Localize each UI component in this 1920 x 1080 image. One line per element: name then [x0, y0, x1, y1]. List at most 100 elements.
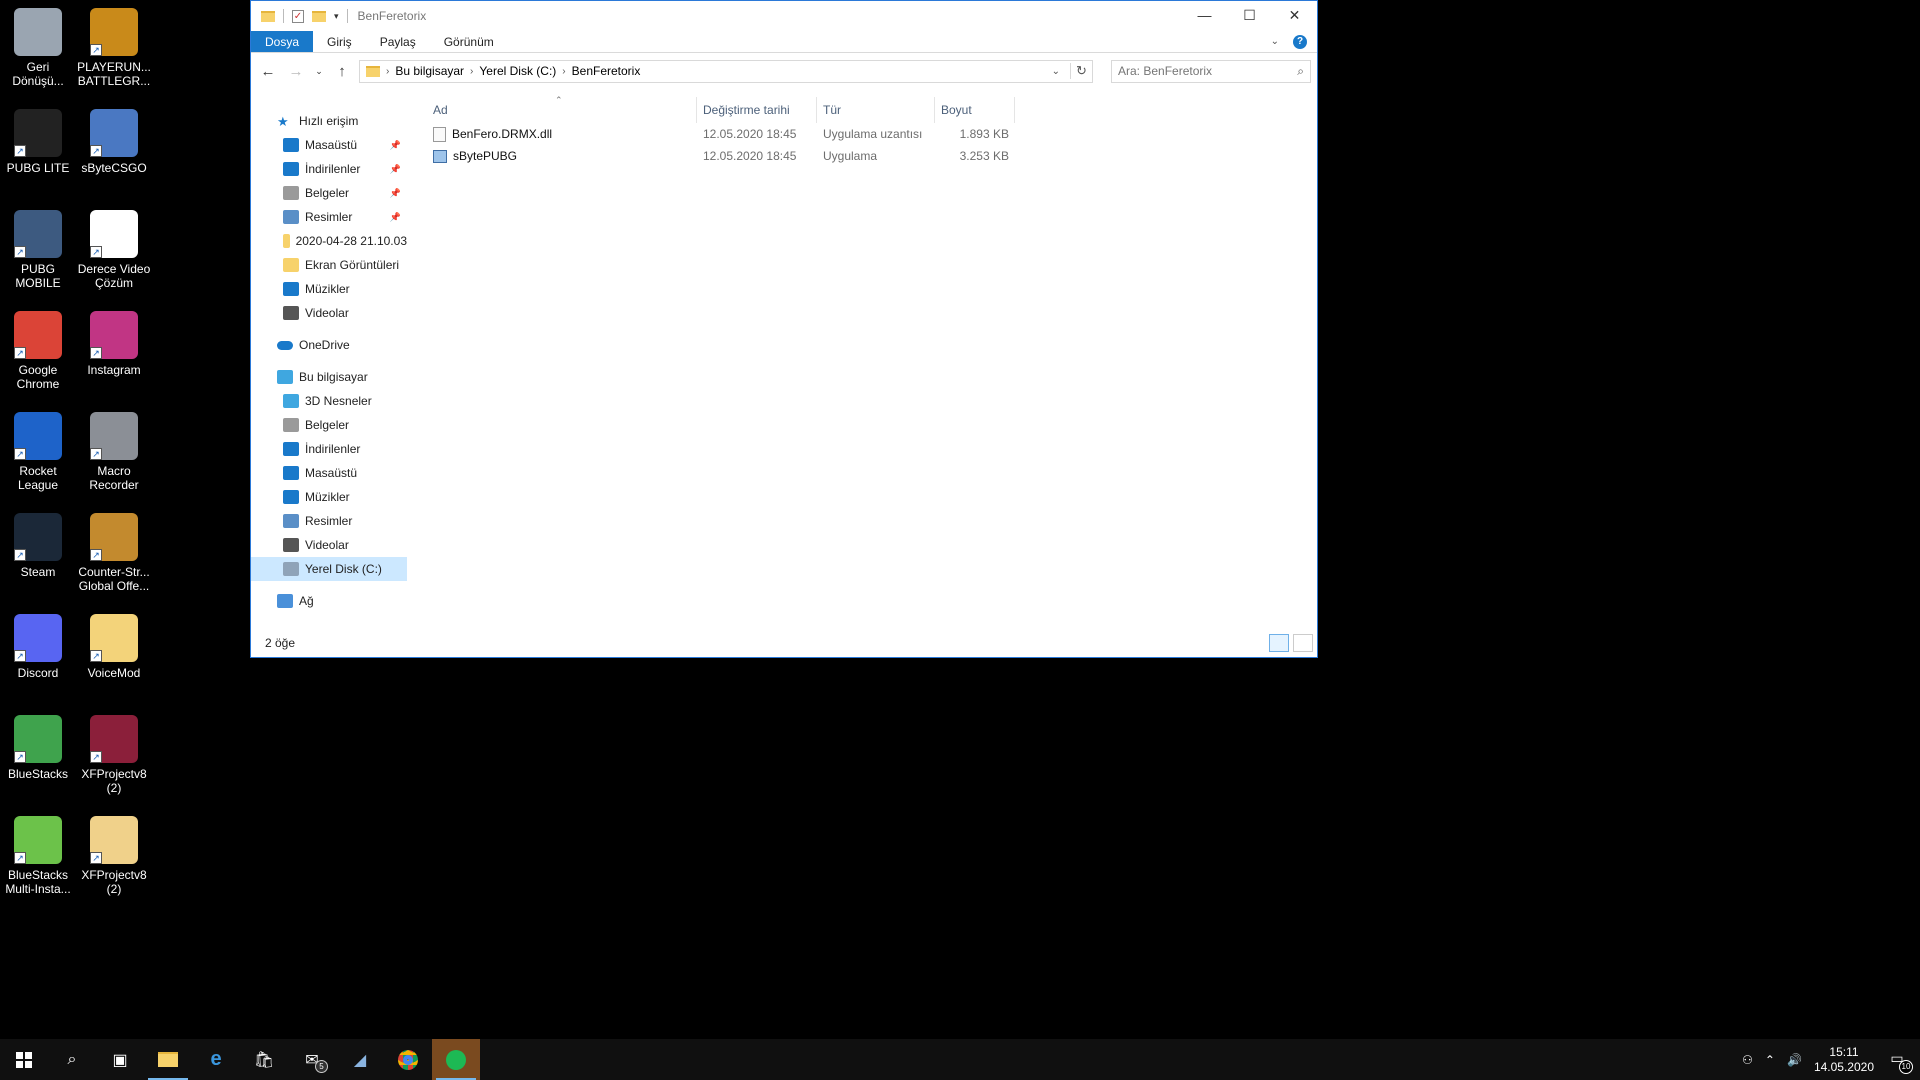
up-button[interactable]: ↑ — [331, 63, 353, 80]
task-view-button[interactable]: ▣ — [96, 1039, 144, 1080]
search-box[interactable]: ⌕ — [1111, 59, 1311, 83]
nav-this-pc[interactable]: Bu bilgisayar — [251, 365, 407, 389]
pin-icon[interactable]: 📌 — [390, 188, 401, 199]
nav-item[interactable]: Resimler — [251, 509, 407, 533]
pin-icon[interactable]: 📌 — [390, 212, 401, 223]
help-icon[interactable]: ? — [1293, 34, 1307, 49]
desktop-icon[interactable]: ↗ PLAYERUN... BATTLEGR... — [76, 4, 152, 88]
new-folder-icon[interactable] — [312, 10, 326, 22]
pin-icon[interactable]: 📌 — [390, 164, 401, 175]
desktop-icon[interactable]: ↗ PUBG LITE — [0, 105, 76, 175]
file-name-cell[interactable]: sBytePUBG — [427, 149, 697, 163]
start-button[interactable] — [0, 1039, 48, 1080]
search-input[interactable] — [1118, 64, 1298, 78]
chevron-up-icon[interactable]: ⌃ — [1765, 1053, 1775, 1067]
taskbar-store[interactable]: 🛍 — [240, 1039, 288, 1080]
tab-file[interactable]: Dosya — [251, 31, 314, 52]
breadcrumb-current-folder[interactable]: BenFeretorix — [572, 64, 641, 78]
column-header-name[interactable]: ⌃ Ad — [427, 95, 697, 123]
action-center-button[interactable]: ▭ 10 — [1886, 1050, 1913, 1074]
taskbar-chrome[interactable] — [384, 1039, 432, 1080]
nav-item[interactable]: Masaüstü 📌 — [251, 133, 407, 157]
desktop-icon[interactable]: ↗ Derece Video Çözüm — [76, 206, 152, 290]
people-icon[interactable]: ⚇ — [1742, 1053, 1753, 1067]
breadcrumb-this-pc[interactable]: Bu bilgisayar — [395, 64, 464, 78]
desktop-icon[interactable]: ↗ Rocket League — [0, 408, 76, 492]
desktop-icon-label: Geri Dönüşü... — [12, 60, 64, 88]
maximize-button[interactable]: ☐ — [1227, 1, 1272, 31]
desktop-icon[interactable]: ↗ PUBG MOBILE — [0, 206, 76, 290]
nav-item[interactable]: 2020-04-28 21.10.03 — [251, 229, 407, 253]
chevron-right-icon[interactable]: › — [562, 66, 565, 77]
desktop-icon[interactable]: ↗ Counter-Str... Global Offe... — [76, 509, 152, 593]
desktop-icon[interactable]: ↗ XFProjectv8 (2) — [76, 812, 152, 896]
desktop-icon[interactable]: ↗ Macro Recorder — [76, 408, 152, 492]
search-button[interactable]: ⌕ — [48, 1039, 96, 1080]
file-row[interactable]: BenFero.DRMX.dll 12.05.2020 18:45 Uygulama… — [407, 123, 1317, 145]
nav-item[interactable]: Belgeler — [251, 413, 407, 437]
file-name-cell[interactable]: BenFero.DRMX.dll — [427, 126, 697, 142]
nav-item[interactable]: Müzikler — [251, 485, 407, 509]
desktop-icon[interactable]: ↗ Instagram — [76, 307, 152, 377]
properties-icon[interactable]: ✓ — [292, 9, 304, 23]
desktop-icon[interactable]: ↗ BlueStacks Multi-Insta... — [0, 812, 76, 896]
chevron-right-icon[interactable]: › — [386, 66, 389, 77]
expand-ribbon-icon[interactable]: ⌄ — [1271, 36, 1279, 47]
nav-item[interactable]: İndirilenler 📌 — [251, 157, 407, 181]
taskbar-edge[interactable]: e — [192, 1039, 240, 1080]
large-icons-view-button[interactable] — [1293, 634, 1313, 652]
desktop-icon[interactable]: Geri Dönüşü... — [0, 4, 76, 88]
taskbar-app[interactable]: ◢ — [336, 1039, 384, 1080]
nav-item[interactable]: Belgeler 📌 — [251, 181, 407, 205]
column-header-date[interactable]: Değiştirme tarihi — [697, 97, 817, 123]
refresh-icon[interactable]: ↻ — [1070, 63, 1092, 79]
nav-item[interactable]: İndirilenler — [251, 437, 407, 461]
desktop-icon[interactable]: ↗ sByteCSGO — [76, 105, 152, 175]
details-view-button[interactable] — [1269, 634, 1289, 652]
desktop-icon[interactable]: ↗ Discord — [0, 610, 76, 680]
column-header-type[interactable]: Tür — [817, 97, 935, 123]
edge-icon: e — [210, 1048, 222, 1070]
back-button[interactable]: ← — [257, 63, 279, 80]
desktop-icon[interactable]: ↗ Steam — [0, 509, 76, 579]
desktop-icon[interactable]: ↗ BlueStacks — [0, 711, 76, 781]
nav-network[interactable]: Ağ — [251, 589, 407, 613]
close-button[interactable]: ✕ — [1272, 1, 1317, 31]
search-icon[interactable]: ⌕ — [1297, 64, 1304, 79]
taskbar-spotify[interactable] — [432, 1039, 480, 1080]
desktop-icon-label: Steam — [20, 565, 56, 579]
desktop-icon[interactable]: ↗ XFProjectv8 (2) — [76, 711, 152, 795]
address-bar[interactable]: › Bu bilgisayar › Yerel Disk (C:) › BenF… — [359, 59, 1093, 83]
nav-item[interactable]: 3D Nesneler — [251, 389, 407, 413]
nav-onedrive[interactable]: OneDrive — [251, 333, 407, 357]
nav-quick-access[interactable]: ★ Hızlı erişim — [251, 109, 407, 133]
taskbar-mail[interactable]: ✉ 5 — [288, 1039, 336, 1080]
nav-item[interactable]: Resimler 📌 — [251, 205, 407, 229]
clock[interactable]: 15:11 14.05.2020 — [1814, 1045, 1874, 1075]
nav-item[interactable]: Masaüstü — [251, 461, 407, 485]
tab-share[interactable]: Paylaş — [366, 31, 430, 52]
taskbar-file-explorer[interactable] — [144, 1039, 192, 1080]
file-row[interactable]: sBytePUBG 12.05.2020 18:45 Uygulama 3.253 K… — [407, 145, 1317, 167]
nav-item[interactable]: Videolar — [251, 301, 407, 325]
nav-item[interactable]: Müzikler — [251, 277, 407, 301]
minimize-button[interactable]: — — [1182, 1, 1227, 31]
customize-toolbar-icon[interactable]: ▾ — [334, 11, 339, 22]
column-header-size[interactable]: Boyut — [935, 97, 1015, 123]
desktop-icon[interactable]: ↗ VoiceMod — [76, 610, 152, 680]
chevron-right-icon[interactable]: › — [470, 66, 473, 77]
pin-icon[interactable]: 📌 — [390, 140, 401, 151]
breadcrumb-local-disk[interactable]: Yerel Disk (C:) — [479, 64, 556, 78]
recent-locations-icon[interactable]: ⌄ — [313, 66, 325, 77]
nav-item[interactable]: Ekran Görüntüleri — [251, 253, 407, 277]
chevron-down-icon[interactable]: ⌄ — [1048, 66, 1064, 77]
forward-button[interactable]: → — [285, 63, 307, 80]
volume-icon[interactable]: 🔊 — [1787, 1053, 1802, 1067]
tab-view[interactable]: Görünüm — [430, 31, 508, 52]
tab-home[interactable]: Giriş — [313, 31, 366, 52]
nav-item[interactable]: Videolar — [251, 533, 407, 557]
app-icon: ↗ — [90, 513, 138, 561]
column-label: Ad — [433, 103, 448, 117]
desktop-icon[interactable]: ↗ Google Chrome — [0, 307, 76, 391]
nav-item[interactable]: Yerel Disk (C:) — [251, 557, 407, 581]
